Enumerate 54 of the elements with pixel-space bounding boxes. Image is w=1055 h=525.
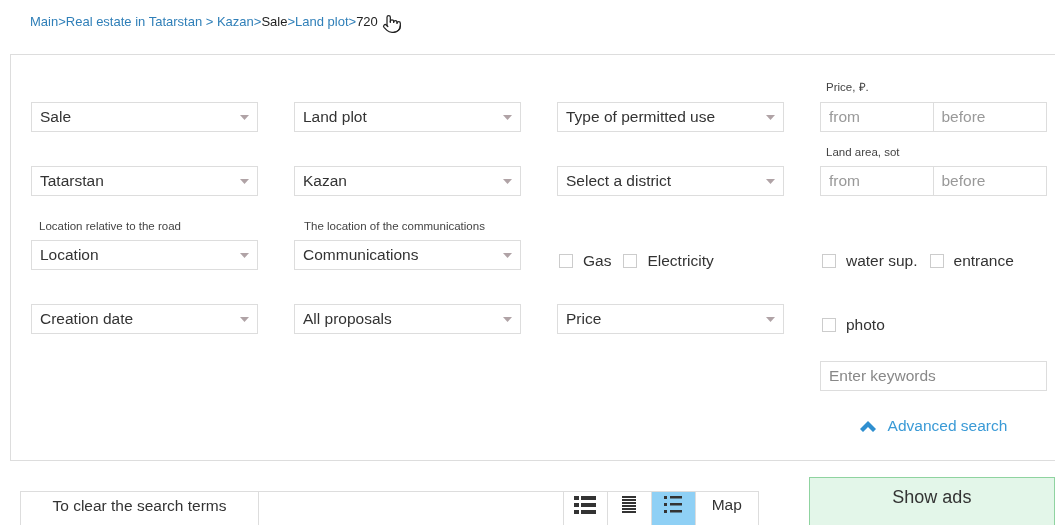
dropdown[interactable]: Creation date <box>31 304 258 334</box>
to-field[interactable]: before <box>933 166 1047 196</box>
checkbox-label: Electricity <box>647 252 714 270</box>
field-label: Land area, sot <box>825 146 901 158</box>
dropdown[interactable]: Land plot <box>294 102 521 132</box>
checkbox[interactable] <box>822 318 836 332</box>
caret-icon <box>503 178 512 184</box>
dropdown[interactable]: Communications <box>294 240 521 270</box>
breadcrumb-current[interactable]: Sale <box>261 13 288 29</box>
caret-icon <box>766 178 775 184</box>
breadcrumb-current[interactable]: 720 <box>356 13 378 29</box>
field-label: Price, ₽. <box>825 80 870 94</box>
field-label: Location relative to the road <box>38 220 182 232</box>
checkbox[interactable] <box>623 254 638 268</box>
checkbox[interactable] <box>822 254 836 268</box>
caret-icon <box>240 114 249 120</box>
keywords-field[interactable]: Enter keywords <box>820 361 1047 391</box>
dropdown[interactable]: Location <box>31 240 258 270</box>
lines-view-icon <box>622 496 637 514</box>
from-field[interactable]: from <box>820 166 934 196</box>
hand-cursor-icon <box>381 14 402 34</box>
dropdown[interactable]: All proposals <box>294 304 521 334</box>
bullet-list-icon <box>664 496 683 514</box>
caret-icon <box>503 252 512 258</box>
dropdown[interactable]: Price <box>557 304 784 334</box>
dropdown[interactable]: Select a district <box>557 166 784 196</box>
checkbox-label: entrance <box>953 252 1014 270</box>
checkbox-label: water sup. <box>846 252 918 270</box>
caret-icon <box>240 316 249 322</box>
breadcrumb-link[interactable]: Main> <box>30 13 66 29</box>
breadcrumb-link[interactable]: Real estate in Tatarstan > <box>65 13 217 29</box>
list-view-icon <box>574 496 597 514</box>
dropdown[interactable]: Type of permitted use <box>557 102 784 132</box>
checkbox-label: Gas <box>583 252 612 270</box>
chevron-up-icon <box>859 420 876 432</box>
checkbox[interactable] <box>929 254 944 268</box>
show-ads-button[interactable]: Show ads <box>808 477 1055 525</box>
field-label: The location of the communications <box>303 220 486 232</box>
dropdown[interactable]: Kazan <box>294 166 521 196</box>
caret-icon <box>240 252 249 258</box>
view-mode-button[interactable] <box>650 492 695 525</box>
caret-icon <box>503 316 512 322</box>
dropdown[interactable]: Tatarstan <box>31 166 258 196</box>
caret-icon <box>766 114 775 120</box>
dropdown[interactable]: Sale <box>31 102 258 132</box>
caret-icon <box>766 316 775 322</box>
breadcrumb-link[interactable]: Kazan> <box>216 13 262 29</box>
caret-icon <box>240 178 249 184</box>
from-field[interactable]: from <box>820 102 934 132</box>
to-field[interactable]: before <box>933 102 1047 132</box>
checkbox[interactable] <box>559 254 573 268</box>
caret-icon <box>503 114 512 120</box>
checkbox-label: photo <box>846 316 885 334</box>
breadcrumb-link[interactable]: >Land plot> <box>287 13 357 29</box>
